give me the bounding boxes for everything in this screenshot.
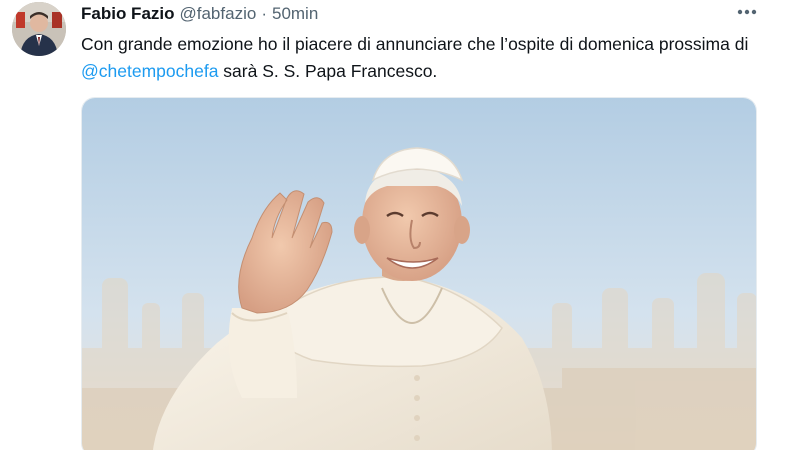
avatar[interactable]: [12, 2, 66, 56]
tweet-text-part1: Con grande emozione ho il piacere di ann…: [81, 34, 749, 54]
tweet-media-photo[interactable]: [81, 97, 757, 450]
timestamp[interactable]: 50min: [272, 4, 318, 24]
tweet-text-part2: sarà S. S. Papa Francesco.: [218, 61, 438, 81]
tweet-card[interactable]: Fabio Fazio @fabfazio · 50min Con grande…: [0, 0, 800, 450]
separator-dot: ·: [261, 4, 267, 23]
author-handle[interactable]: @fabfazio: [180, 4, 257, 24]
more-button[interactable]: [732, 2, 762, 22]
avatar-photo: [12, 2, 66, 56]
tweet-header: Fabio Fazio @fabfazio · 50min: [81, 3, 318, 25]
more-horizontal-icon: [737, 9, 757, 15]
pope-photo: [82, 98, 756, 450]
author-name[interactable]: Fabio Fazio: [81, 4, 175, 24]
mention-link[interactable]: @chetempochefa: [81, 61, 218, 81]
tweet-text: Con grande emozione ho il piacere di ann…: [81, 31, 771, 85]
